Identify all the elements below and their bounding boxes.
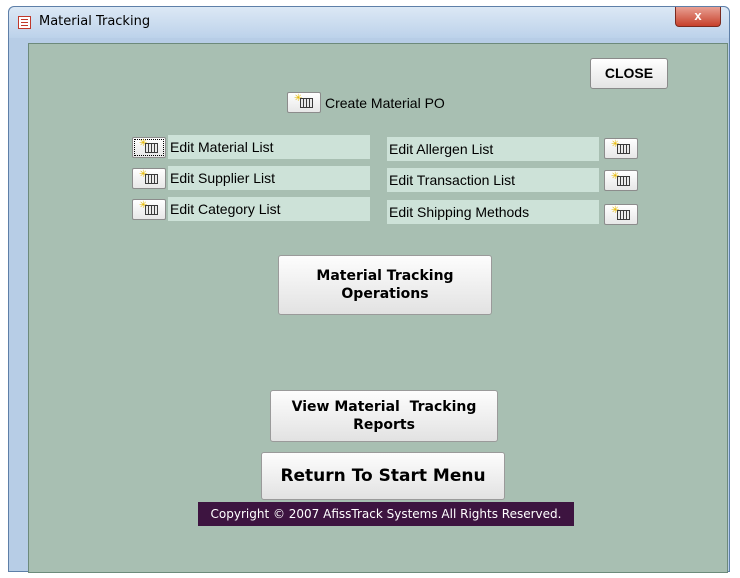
view-material-tracking-reports-button[interactable]: View Material Tracking Reports bbox=[270, 390, 498, 442]
operations-line-2: Operations bbox=[341, 286, 429, 302]
edit-allergen-list-button[interactable]: ✳ bbox=[604, 138, 638, 159]
reports-line-1: View Material Tracking bbox=[291, 399, 477, 415]
title-bar[interactable]: Material Tracking x bbox=[9, 7, 729, 38]
copyright-banner: Copyright © 2007 AfissTrack Systems All … bbox=[198, 502, 574, 526]
new-table-icon bbox=[145, 143, 158, 153]
form-icon bbox=[18, 16, 31, 29]
new-table-icon bbox=[300, 98, 313, 108]
edit-allergen-list-label: Edit Allergen List bbox=[387, 137, 599, 161]
reports-button-label: View Material Tracking Reports bbox=[292, 398, 477, 434]
new-table-icon bbox=[145, 174, 158, 184]
reports-line-2: Reports bbox=[353, 417, 415, 433]
edit-category-list-button[interactable]: ✳ bbox=[132, 199, 166, 220]
new-table-icon bbox=[617, 176, 630, 186]
new-table-icon bbox=[617, 144, 630, 154]
operations-button-label: Material Tracking Operations bbox=[316, 267, 453, 303]
edit-category-list-label: Edit Category List bbox=[168, 197, 370, 221]
material-tracking-form: CLOSE ✳ Create Material PO ✳ Edit Materi… bbox=[28, 43, 728, 573]
edit-material-list-button[interactable]: ✳ bbox=[132, 137, 166, 158]
edit-shipping-methods-label: Edit Shipping Methods bbox=[387, 200, 599, 224]
new-table-icon bbox=[145, 205, 158, 215]
window-close-button[interactable]: x bbox=[675, 7, 721, 27]
edit-supplier-list-button[interactable]: ✳ bbox=[132, 168, 166, 189]
edit-transaction-list-button[interactable]: ✳ bbox=[604, 170, 638, 191]
material-tracking-operations-button[interactable]: Material Tracking Operations bbox=[278, 255, 492, 315]
edit-material-list-label: Edit Material List bbox=[168, 135, 370, 159]
edit-shipping-methods-button[interactable]: ✳ bbox=[604, 204, 638, 225]
operations-line-1: Material Tracking bbox=[316, 268, 454, 284]
edit-transaction-list-label: Edit Transaction List bbox=[387, 168, 599, 192]
create-material-po-button[interactable]: ✳ bbox=[287, 92, 321, 113]
return-to-start-menu-button[interactable]: Return To Start Menu bbox=[261, 452, 505, 500]
app-window: Material Tracking x CLOSE ✳ Create Mater… bbox=[8, 6, 730, 573]
close-button[interactable]: CLOSE bbox=[590, 58, 668, 89]
new-table-icon bbox=[617, 210, 630, 220]
create-material-po-label: Create Material PO bbox=[325, 95, 445, 111]
edit-supplier-list-label: Edit Supplier List bbox=[168, 166, 370, 190]
window-title: Material Tracking bbox=[39, 14, 151, 29]
